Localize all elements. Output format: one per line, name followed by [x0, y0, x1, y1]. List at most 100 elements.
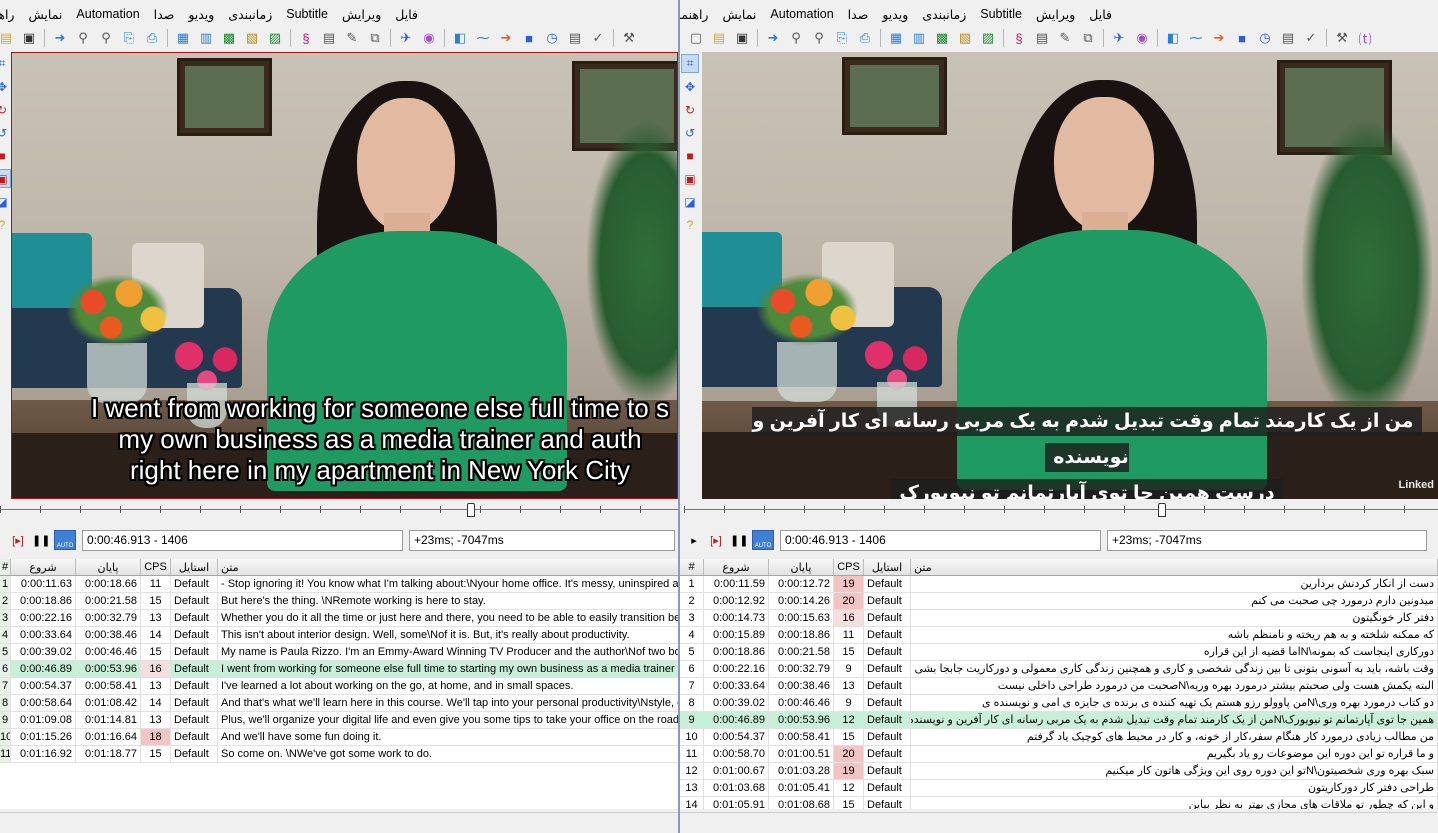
tools-icon[interactable]: ⚒ — [1332, 28, 1352, 48]
properties-icon[interactable]: ▦ — [173, 28, 193, 48]
table-row[interactable]: 10 0:00:54.37 0:00:58.41 15 Default من مطالب … — [680, 729, 1438, 746]
menu-file[interactable]: فایل — [395, 7, 418, 22]
menu-audio[interactable]: صدا — [848, 7, 869, 22]
vector-clip-tool-icon[interactable]: ▣ — [681, 169, 699, 188]
table-row[interactable]: 5 0:00:18.86 0:00:21.58 15 Default دورکاری ای… — [680, 644, 1438, 661]
properties-icon[interactable]: ▦ — [886, 28, 906, 48]
video-frame[interactable]: I went from working for someone else ful… — [11, 52, 678, 499]
open-file-icon[interactable]: ▤ — [709, 28, 729, 48]
menu-audio[interactable]: صدا — [154, 7, 175, 22]
pause-icon[interactable]: ❚❚ — [730, 534, 748, 547]
abc-icon[interactable]: ▤ — [1278, 28, 1298, 48]
shift-times-icon[interactable]: § — [296, 28, 316, 48]
spellcheck-icon[interactable]: ✓ — [1301, 28, 1321, 48]
table-row[interactable]: 9 0:00:46.89 0:00:53.96 12 Default همین جا تو… — [680, 712, 1438, 729]
jump-icon[interactable]: ➜ — [50, 28, 70, 48]
table-row[interactable]: 1 0:00:11.63 0:00:18.66 11 Default - Stop ign… — [0, 576, 679, 593]
menu-help[interactable]: راهنما — [680, 7, 708, 22]
link-icon[interactable]: ⁓ — [473, 28, 493, 48]
table-row[interactable]: 6 0:00:22.16 0:00:32.79 9 Default وقت باشه، ب… — [680, 661, 1438, 678]
arrow-right-icon[interactable]: ➔ — [496, 28, 516, 48]
save-icon[interactable]: ▣ — [19, 28, 39, 48]
styles-icon[interactable]: ▥ — [909, 28, 929, 48]
table-row[interactable]: 13 0:01:03.68 0:01:05.41 12 Default طراحی دفت… — [680, 780, 1438, 797]
seek-thumb[interactable] — [467, 503, 475, 517]
table-row[interactable]: 7 0:00:33.64 0:00:38.46 13 Default البته یکمش… — [680, 678, 1438, 695]
square-icon[interactable]: ■ — [1232, 28, 1252, 48]
menu-edit[interactable]: ویرایش — [1036, 7, 1075, 22]
table-row[interactable]: 2 0:00:18.86 0:00:21.58 15 Default But here's… — [0, 593, 679, 610]
grid-icon[interactable]: ▩ — [932, 28, 952, 48]
menu-automation[interactable]: Automation — [770, 7, 833, 21]
link-icon[interactable]: ⁓ — [1186, 28, 1206, 48]
time-position-field[interactable]: 0:00:46.913 - 1406 — [82, 529, 403, 551]
jump-icon[interactable]: ➜ — [763, 28, 783, 48]
mascot-icon[interactable]: ◉ — [1132, 28, 1152, 48]
help-icon[interactable]: ? — [681, 215, 699, 234]
table-row[interactable]: 11 0:01:16.92 0:01:18.77 15 Default So come o… — [0, 746, 679, 763]
abc-icon[interactable]: ▤ — [565, 28, 585, 48]
menu-file[interactable]: فایل — [1089, 7, 1112, 22]
table-row[interactable]: 6 0:00:46.89 0:00:53.96 16 Default I went fro… — [0, 661, 679, 678]
col-num[interactable]: # — [0, 559, 11, 575]
table-row[interactable]: 1 0:00:11.59 0:00:12.72 19 Default دست از انک… — [680, 576, 1438, 593]
styles-icon[interactable]: ▥ — [196, 28, 216, 48]
col-style[interactable]: استایل — [864, 559, 911, 575]
vector-clip-tool-icon[interactable]: ▣ — [0, 169, 11, 188]
table-row[interactable]: 8 0:00:58.64 0:01:08.42 14 Default And that's… — [0, 695, 679, 712]
col-num[interactable]: # — [680, 559, 704, 575]
table-row[interactable]: 3 0:00:14.73 0:00:15.63 16 Default دفتر کار خ… — [680, 610, 1438, 627]
play-range-icon[interactable]: [▸] — [708, 534, 724, 547]
copy-icon[interactable]: ⧉ — [1078, 28, 1098, 48]
fonts-icon[interactable]: ⎙ — [855, 28, 875, 48]
menu-video[interactable]: ویدیو — [188, 7, 214, 22]
col-cps[interactable]: CPS — [834, 559, 864, 575]
scale-tool-icon[interactable]: ◪ — [0, 192, 11, 211]
pencil-icon[interactable]: ✎ — [1055, 28, 1075, 48]
offset-field[interactable]: +23ms; -7047ms — [409, 529, 675, 551]
menu-subtitle[interactable]: Subtitle — [980, 7, 1022, 21]
move-tool-icon[interactable]: ✥ — [681, 77, 699, 96]
menu-help[interactable]: راهنما — [0, 7, 14, 22]
translate-icon[interactable]: ✈ — [1109, 28, 1129, 48]
arrow-right-icon[interactable]: ➔ — [1209, 28, 1229, 48]
clock-icon[interactable]: ◷ — [542, 28, 562, 48]
find-icon[interactable]: ⚲ — [73, 28, 93, 48]
menu-subtitle[interactable]: Subtitle — [286, 7, 328, 21]
square-icon[interactable]: ■ — [519, 28, 539, 48]
pause-icon[interactable]: ❚❚ — [32, 534, 50, 547]
translate-icon[interactable]: ✈ — [396, 28, 416, 48]
table-row[interactable]: 9 0:01:09.08 0:01:14.81 13 Default Plus, we'l… — [0, 712, 679, 729]
time-position-field[interactable]: 0:00:46.913 - 1406 — [780, 529, 1101, 551]
table-row[interactable]: 4 0:00:15.89 0:00:18.86 11 Default که ممکنه ش… — [680, 627, 1438, 644]
col-start[interactable]: شروع — [11, 559, 76, 575]
video-seek-bar[interactable] — [0, 503, 679, 517]
table-row[interactable]: 3 0:00:22.16 0:00:32.79 13 Default Whether yo… — [0, 610, 679, 627]
script-icon[interactable]: ⒯ — [1355, 28, 1375, 48]
fonts-icon[interactable]: ⎙ — [142, 28, 162, 48]
pencil-icon[interactable]: ✎ — [342, 28, 362, 48]
offset-field[interactable]: +23ms; -7047ms — [1107, 529, 1427, 551]
menu-timing[interactable]: زمانبندی — [228, 7, 272, 22]
rotate-tool-icon[interactable]: ↻ — [0, 100, 11, 119]
menu-view[interactable]: نمایش — [28, 7, 62, 22]
move-tool-icon[interactable]: ✥ — [0, 77, 11, 96]
menu-view[interactable]: نمایش — [722, 7, 756, 22]
menu-edit[interactable]: ویرایش — [342, 7, 381, 22]
col-cps[interactable]: CPS — [141, 559, 171, 575]
attachments-icon[interactable]: ⎘ — [832, 28, 852, 48]
notes-icon[interactable]: ▤ — [1032, 28, 1052, 48]
tools-icon[interactable]: ⚒ — [619, 28, 639, 48]
shift-times-icon[interactable]: § — [1009, 28, 1029, 48]
auto-scroll-button[interactable]: AUTO — [54, 530, 76, 550]
col-end[interactable]: پایان — [76, 559, 141, 575]
find-icon[interactable]: ⚲ — [786, 28, 806, 48]
spellcheck-icon[interactable]: ✓ — [588, 28, 608, 48]
split-icon[interactable]: ◧ — [450, 28, 470, 48]
play-icon[interactable]: ▸ — [686, 534, 702, 547]
table-row[interactable]: 2 0:00:12.92 0:00:14.26 20 Default میدونین دا… — [680, 593, 1438, 610]
col-end[interactable]: پایان — [769, 559, 834, 575]
grid-icon[interactable]: ▩ — [219, 28, 239, 48]
table-row[interactable]: 5 0:00:39.02 0:00:46.46 15 Default My name is… — [0, 644, 679, 661]
clip-tool-icon[interactable]: ■ — [681, 146, 699, 165]
